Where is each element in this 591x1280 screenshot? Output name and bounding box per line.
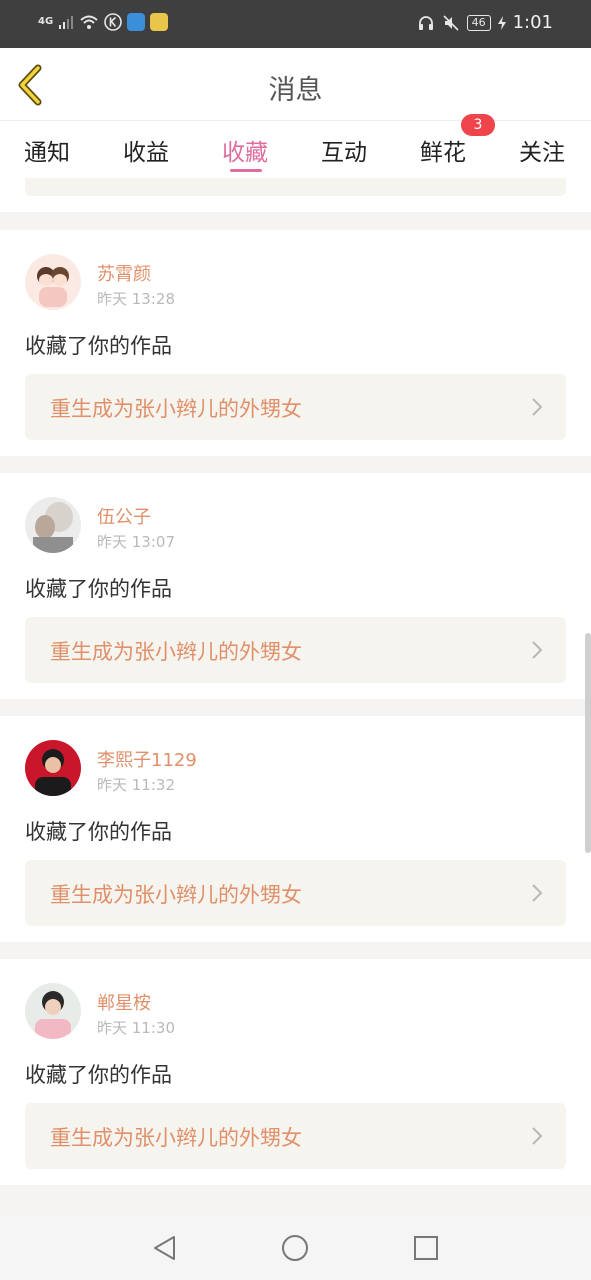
k-app-icon — [104, 13, 122, 31]
list-item: 苏霄颜 昨天 13:28 收藏了你的作品 重生成为张小辫儿的外甥女 — [0, 230, 591, 456]
list-item — [0, 178, 591, 212]
avatar[interactable] — [25, 983, 81, 1039]
user-name[interactable]: 郸星桉 — [97, 989, 151, 1015]
tab-notifications[interactable]: 通知 — [24, 133, 70, 167]
status-left: 4G — [38, 13, 169, 31]
list-item: 伍公子 昨天 13:07 收藏了你的作品 重生成为张小辫儿的外甥女 — [0, 473, 591, 699]
user-name[interactable]: 伍公子 — [97, 503, 151, 529]
tab-flowers[interactable]: 鲜花 — [420, 133, 466, 167]
book-link[interactable]: 重生成为张小辫儿的外甥女 — [25, 1103, 566, 1169]
action-text: 收藏了你的作品 — [25, 1063, 172, 1087]
book-link[interactable]: 重生成为张小辫儿的外甥女 — [25, 860, 566, 926]
user-name[interactable]: 李熙子1129 — [97, 746, 197, 772]
system-nav-bar — [0, 1213, 591, 1280]
nav-bar: 消息 — [0, 48, 591, 120]
avatar[interactable] — [25, 497, 81, 553]
chevron-right-icon — [532, 1127, 543, 1145]
tab-interactions[interactable]: 互动 — [321, 133, 367, 167]
status-bar: 4G 46 1:01 — [0, 0, 591, 48]
user-name[interactable]: 苏霄颜 — [97, 260, 151, 286]
tab-follows[interactable]: 关注 — [519, 133, 565, 167]
list-item: 李熙子1129 昨天 11:32 收藏了你的作品 重生成为张小辫儿的外甥女 — [0, 716, 591, 942]
tab-favorites[interactable]: 收藏 — [222, 133, 268, 167]
tab-earnings[interactable]: 收益 — [123, 133, 169, 167]
action-text: 收藏了你的作品 — [25, 577, 172, 601]
book-title: 重生成为张小辫儿的外甥女 — [50, 640, 302, 664]
back-triangle-icon[interactable] — [150, 1233, 180, 1263]
app-notification-icon-yellow — [150, 13, 169, 31]
home-circle-icon[interactable] — [280, 1233, 310, 1263]
book-link[interactable]: 重生成为张小辫儿的外甥女 — [25, 374, 566, 440]
network-type: 4G — [38, 16, 54, 27]
book-title: 重生成为张小辫儿的外甥女 — [50, 1126, 302, 1150]
timestamp: 昨天 11:30 — [97, 1019, 175, 1037]
avatar[interactable] — [25, 740, 81, 796]
charging-icon — [497, 15, 506, 30]
flowers-count-badge: 3 — [461, 114, 495, 136]
book-title: 重生成为张小辫儿的外甥女 — [50, 883, 302, 907]
headphones-icon — [418, 15, 433, 30]
action-text: 收藏了你的作品 — [25, 820, 172, 844]
clock: 1:01 — [512, 12, 553, 33]
scrollbar-thumb[interactable] — [585, 633, 591, 853]
book-title: 重生成为张小辫儿的外甥女 — [50, 397, 302, 421]
message-list[interactable]: 苏霄颜 昨天 13:28 收藏了你的作品 重生成为张小辫儿的外甥女 伍公子 昨天… — [0, 178, 591, 1213]
active-tab-indicator — [230, 169, 262, 172]
wifi-icon — [80, 15, 98, 29]
timestamp: 昨天 11:32 — [97, 776, 175, 794]
list-item: 郸星桉 昨天 11:30 收藏了你的作品 重生成为张小辫儿的外甥女 — [0, 959, 591, 1185]
timestamp: 昨天 13:07 — [97, 533, 175, 551]
chevron-right-icon — [532, 398, 543, 416]
book-link[interactable]: 重生成为张小辫儿的外甥女 — [25, 617, 566, 683]
battery-level: 46 — [466, 14, 491, 31]
mute-icon — [443, 14, 459, 31]
page-title: 消息 — [268, 75, 323, 106]
chevron-right-icon — [532, 884, 543, 902]
timestamp: 昨天 13:28 — [97, 290, 175, 308]
signal-icon — [59, 16, 74, 29]
avatar[interactable] — [25, 254, 81, 310]
status-right: 46 1:01 — [417, 12, 553, 33]
tab-bar: 通知 收益 收藏 互动 鲜花 关注 — [0, 120, 591, 178]
app-notification-icon-blue — [127, 13, 146, 31]
action-text: 收藏了你的作品 — [25, 334, 172, 358]
recents-square-icon[interactable] — [411, 1233, 441, 1263]
book-link[interactable] — [25, 178, 566, 196]
chevron-right-icon — [532, 641, 543, 659]
